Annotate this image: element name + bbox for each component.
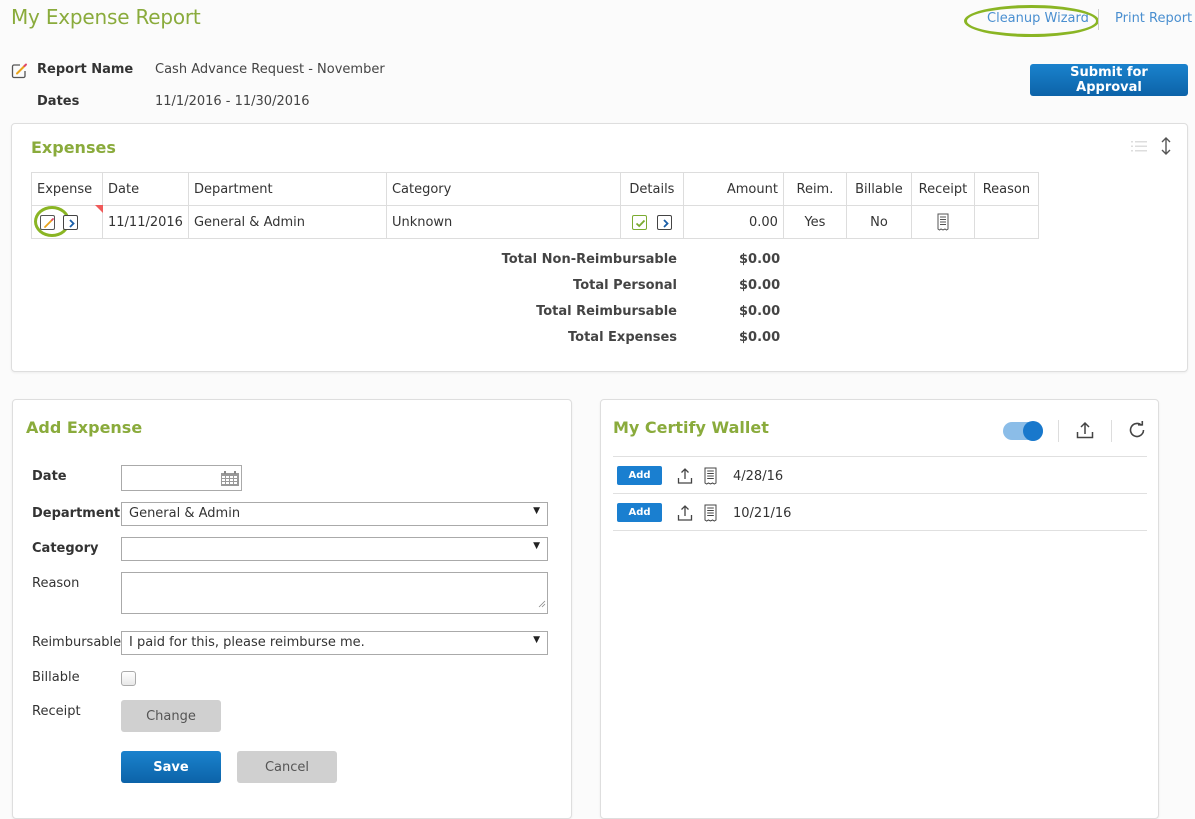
- wallet-panel: My Certify Wallet Add 4/28/16 Add 10/21/…: [600, 399, 1159, 819]
- edit-expense-button[interactable]: [40, 214, 55, 230]
- col-reim[interactable]: Reim.: [782, 172, 847, 206]
- wallet-item-date: 4/28/16: [733, 469, 784, 484]
- total-reimbursable-label: Total Reimbursable: [536, 304, 677, 319]
- col-expense[interactable]: Expense: [31, 172, 103, 206]
- edit-report-icon[interactable]: [11, 62, 27, 79]
- cell-receipt: [910, 205, 975, 239]
- upload-icon[interactable]: [677, 467, 693, 489]
- col-amount[interactable]: Amount: [682, 172, 784, 206]
- details-expand-button[interactable]: [656, 214, 672, 230]
- total-reimbursable-value: $0.00: [739, 304, 781, 319]
- add-expense-panel: Add Expense Date Department General & Ad…: [12, 399, 572, 819]
- reason-label: Reason: [32, 576, 80, 591]
- col-department[interactable]: Department: [187, 172, 387, 206]
- table-header-row: Expense Date Department Category Details…: [31, 172, 1039, 206]
- cell-date: 11/11/2016: [102, 205, 189, 239]
- report-name-value: Cash Advance Request - November: [155, 62, 385, 77]
- details-check-icon[interactable]: [632, 214, 648, 230]
- expenses-panel: Expenses Expense Date Department Categor…: [11, 123, 1188, 372]
- expenses-title: Expenses: [31, 138, 116, 157]
- expand-expense-button[interactable]: [63, 214, 79, 230]
- chevron-down-icon: ▼: [533, 541, 540, 551]
- wallet-title: My Certify Wallet: [613, 418, 769, 437]
- expenses-table: Expense Date Department Category Details…: [31, 172, 1039, 239]
- expense-actions-cell: [31, 205, 103, 239]
- total-personal-value: $0.00: [739, 278, 781, 293]
- chevron-down-icon: ▼: [533, 635, 540, 645]
- total-personal-label: Total Personal: [573, 278, 677, 293]
- wallet-add-button[interactable]: Add: [617, 503, 662, 522]
- cancel-button[interactable]: Cancel: [237, 751, 337, 783]
- cell-department: General & Admin: [187, 205, 387, 239]
- cell-category: Unknown: [385, 205, 621, 239]
- save-button[interactable]: Save: [121, 751, 221, 783]
- wallet-item-date: 10/21/16: [733, 506, 792, 521]
- cell-billable: No: [845, 205, 912, 239]
- col-details[interactable]: Details: [619, 172, 684, 206]
- page-title: My Expense Report: [11, 5, 201, 29]
- report-name-label: Report Name: [37, 62, 134, 77]
- link-divider: [1098, 9, 1099, 30]
- cell-reason: [973, 205, 1039, 239]
- wallet-item: Add 4/28/16: [613, 457, 1147, 494]
- flag-marker-icon: [95, 205, 103, 213]
- department-label: Department: [32, 506, 121, 521]
- total-non-reimbursable-value: $0.00: [739, 252, 781, 267]
- col-date[interactable]: Date: [102, 172, 189, 206]
- change-receipt-button[interactable]: Change: [121, 700, 221, 732]
- receipt-icon[interactable]: [937, 213, 949, 231]
- divider: [1058, 420, 1059, 442]
- reimbursable-label: Reimbursable: [32, 635, 122, 650]
- upload-icon[interactable]: [677, 504, 693, 526]
- wallet-add-button[interactable]: Add: [617, 466, 662, 485]
- submit-for-approval-button[interactable]: Submit for Approval: [1030, 64, 1188, 96]
- cell-amount: 0.00: [682, 205, 784, 239]
- receipt-icon[interactable]: [704, 504, 717, 526]
- col-billable[interactable]: Billable: [845, 172, 912, 206]
- divider: [613, 530, 1147, 531]
- list-view-icon[interactable]: [1130, 138, 1148, 158]
- receipt-icon[interactable]: [704, 467, 717, 489]
- resize-handle-icon[interactable]: [538, 597, 546, 612]
- date-label: Date: [32, 469, 67, 484]
- reimbursable-selected-value: I paid for this, please reimburse me.: [129, 635, 365, 650]
- reimbursable-select[interactable]: I paid for this, please reimburse me. ▼: [121, 631, 548, 655]
- col-category[interactable]: Category: [385, 172, 621, 206]
- highlight-annotation: [964, 5, 1099, 37]
- expand-collapse-icon[interactable]: [1159, 136, 1173, 160]
- billable-label: Billable: [32, 670, 80, 685]
- billable-checkbox[interactable]: [121, 671, 136, 686]
- department-select[interactable]: General & Admin ▼: [121, 502, 548, 526]
- wallet-item: Add 10/21/16: [613, 494, 1147, 531]
- col-reason[interactable]: Reason: [973, 172, 1039, 206]
- dates-label: Dates: [37, 94, 80, 109]
- print-report-link[interactable]: Print Report: [1115, 11, 1192, 26]
- total-expenses-label: Total Expenses: [568, 330, 677, 345]
- category-select[interactable]: ▼: [121, 537, 548, 561]
- refresh-icon[interactable]: [1127, 420, 1147, 444]
- category-label: Category: [32, 541, 99, 556]
- cell-reim: Yes: [782, 205, 847, 239]
- total-non-reimbursable-label: Total Non-Reimbursable: [501, 252, 677, 267]
- cell-details: [619, 205, 684, 239]
- date-input[interactable]: [121, 465, 242, 491]
- divider: [1111, 420, 1112, 442]
- chevron-down-icon: ▼: [533, 506, 540, 516]
- add-expense-title: Add Expense: [26, 418, 143, 437]
- table-row[interactable]: 11/11/2016 General & Admin Unknown 0.00 …: [31, 205, 1039, 239]
- dates-value: 11/1/2016 - 11/30/2016: [155, 94, 310, 109]
- total-expenses-value: $0.00: [739, 330, 781, 345]
- department-selected-value: General & Admin: [129, 506, 241, 521]
- receipt-label: Receipt: [32, 704, 81, 719]
- toggle-knob: [1023, 421, 1043, 441]
- col-receipt[interactable]: Receipt: [910, 172, 975, 206]
- reason-textarea[interactable]: [121, 572, 548, 614]
- upload-icon[interactable]: [1075, 420, 1095, 444]
- calendar-icon[interactable]: [221, 471, 239, 490]
- wallet-toggle[interactable]: [1003, 421, 1043, 441]
